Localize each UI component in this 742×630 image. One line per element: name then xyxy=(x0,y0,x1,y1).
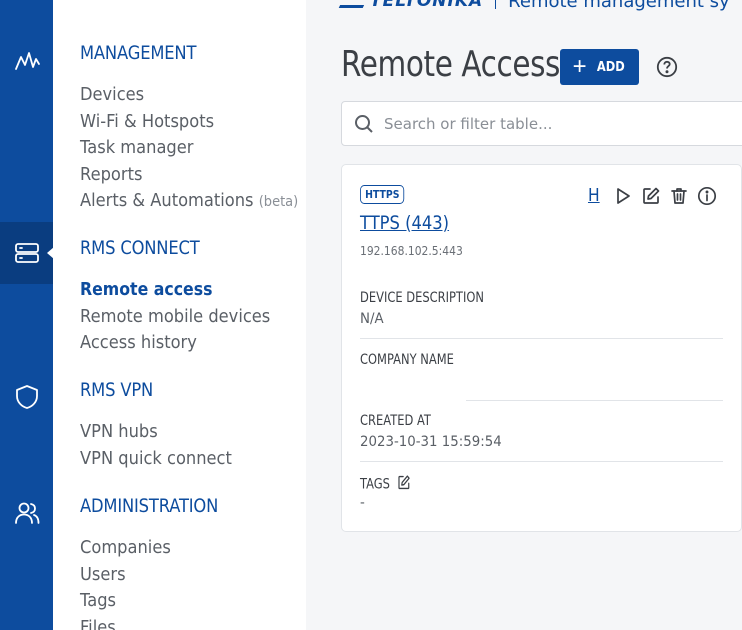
nav-item-users[interactable]: Users xyxy=(80,562,229,589)
nav-section-rms-vpn: RMS VPN VPN hubs VPN quick connect xyxy=(80,379,243,472)
nav-item-tags[interactable]: Tags xyxy=(80,588,229,615)
nav-item-wifi-hotspots[interactable]: Wi-Fi & Hotspots xyxy=(80,109,298,136)
nav-item-remote-access[interactable]: Remote access xyxy=(80,277,264,304)
nav-item-access-history[interactable]: Access history xyxy=(80,330,270,357)
nav-heading-rms-vpn: RMS VPN xyxy=(80,379,154,401)
rail-item-rms-connect[interactable] xyxy=(0,222,54,284)
navigation-panel: MANAGEMENT Devices Wi-Fi & Hotspots Task… xyxy=(53,0,306,630)
card-actions: H xyxy=(587,185,717,206)
search-icon xyxy=(355,114,373,133)
teltonika-logo-icon xyxy=(338,0,370,8)
device-description-label: DEVICE DESCRIPTION xyxy=(360,290,484,306)
brand-separator xyxy=(495,0,497,9)
company-name-label: COMPANY NAME xyxy=(360,352,454,368)
beta-badge: (beta) xyxy=(258,194,299,210)
card-address: 192.168.102.5:443 xyxy=(360,243,463,258)
brand-product-name: Remote management sy xyxy=(508,0,730,12)
edit-tags-icon[interactable] xyxy=(397,474,411,495)
nav-item-alerts-label: Alerts & Automations xyxy=(80,191,254,211)
nav-item-alerts-automations[interactable]: Alerts & Automations (beta) xyxy=(80,188,298,215)
created-at-label: CREATED AT xyxy=(360,413,431,429)
add-button-label: ADD xyxy=(596,59,625,75)
rail-item-monitoring[interactable] xyxy=(0,30,53,92)
divider xyxy=(360,338,723,339)
nav-heading-rms-connect: RMS CONNECT xyxy=(80,237,200,259)
tags-value: - xyxy=(360,495,365,511)
nav-item-files[interactable]: Files xyxy=(80,615,229,630)
nav-section-management: MANAGEMENT Devices Wi-Fi & Hotspots Task… xyxy=(80,42,315,215)
edit-icon[interactable] xyxy=(641,186,661,206)
nav-item-devices[interactable]: Devices xyxy=(80,82,298,109)
divider xyxy=(360,461,723,462)
divider xyxy=(466,400,723,401)
users-icon xyxy=(14,502,39,524)
icon-rail xyxy=(0,0,54,630)
nav-item-vpn-quick-connect[interactable]: VPN quick connect xyxy=(80,446,232,473)
nav-heading-administration: ADMINISTRATION xyxy=(80,495,219,517)
created-at-value: 2023-10-31 15:59:54 xyxy=(360,434,502,450)
rail-item-users[interactable] xyxy=(0,482,53,544)
nav-section-administration: ADMINISTRATION Companies Users Tags File… xyxy=(80,495,241,630)
brand-logo: TELTONIKA xyxy=(370,0,484,11)
server-icon xyxy=(14,243,39,263)
rail-item-security[interactable] xyxy=(0,366,53,428)
page-title: Remote Access xyxy=(341,44,561,85)
shield-icon xyxy=(15,385,38,409)
play-icon[interactable] xyxy=(613,186,633,206)
help-icon[interactable] xyxy=(656,56,678,78)
search-input[interactable] xyxy=(384,114,714,133)
nav-item-companies[interactable]: Companies xyxy=(80,535,229,562)
plus-icon: + xyxy=(572,53,587,80)
tags-label: TAGS xyxy=(360,474,411,495)
info-icon[interactable] xyxy=(697,186,717,206)
device-description-value: N/A xyxy=(360,311,384,327)
main-content: TELTONIKA Remote management sy Remote Ac… xyxy=(306,0,742,630)
nav-item-remote-mobile-devices[interactable]: Remote mobile devices xyxy=(80,304,270,331)
nav-heading-management: MANAGEMENT xyxy=(80,42,197,64)
nav-item-task-manager[interactable]: Task manager xyxy=(80,135,298,162)
search-bar xyxy=(341,101,742,146)
brand-header[interactable]: TELTONIKA Remote management sy xyxy=(338,0,730,12)
nav-item-reports[interactable]: Reports xyxy=(80,162,298,189)
add-button[interactable]: + ADD xyxy=(560,49,639,85)
card-title-link-overflow[interactable]: H xyxy=(588,185,600,206)
card-title-link[interactable]: TTPS (443) xyxy=(360,212,449,234)
tags-label-text: TAGS xyxy=(360,476,390,493)
remote-access-card: HTTPS TTPS (443) 192.168.102.5:443 H DEV… xyxy=(341,164,742,532)
protocol-badge: HTTPS xyxy=(360,185,405,204)
trash-icon[interactable] xyxy=(669,186,689,206)
nav-section-rms-connect: RMS CONNECT Remote access Remote mobile … xyxy=(80,237,285,357)
nav-item-vpn-hubs[interactable]: VPN hubs xyxy=(80,419,232,446)
activity-icon xyxy=(14,52,40,70)
